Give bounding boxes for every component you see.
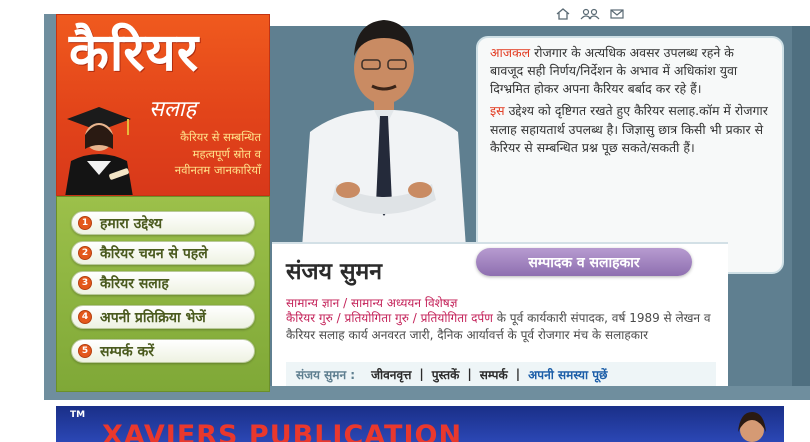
nav-bullet: 1 [78, 216, 92, 230]
biography-link[interactable]: जीवनवृत्त [363, 366, 419, 383]
logo-title: कैरियर [69, 22, 200, 83]
nav-bullet: 2 [78, 246, 92, 260]
intro-highlight-1: आजकल [490, 45, 531, 60]
profile-expertise: सामान्य ज्ञान / सामान्य अध्ययन विशेषज्ञ [286, 296, 458, 310]
nav-item-contact[interactable]: 5 सम्पर्क करें [71, 339, 255, 363]
left-border-strip [44, 14, 56, 400]
top-icon-bar [556, 8, 624, 20]
logo-panel: कैरियर सलाह कैरियर से सम्बन्धित महत्वपूर… [56, 14, 270, 196]
tagline-line-3: नवीनतम जानकारियाँ [174, 163, 261, 178]
ask-question-link[interactable]: अपनी समस्या पूछें [520, 366, 615, 383]
nav-item-feedback[interactable]: 4 अपनी प्रतिक्रिया भेजें [71, 305, 255, 329]
nav-panel: 1 हमारा उद्देश्य 2 कैरियर चयन से पहले 3 … [56, 196, 270, 392]
nav-bullet: 5 [78, 344, 92, 358]
trademark-mark: TM [70, 410, 86, 420]
publication-banner[interactable]: TM XAVIERS PUBLICATION [56, 406, 784, 442]
banner-title: XAVIERS PUBLICATION [102, 420, 463, 442]
profile-box: संजय सुमन सम्पादक व सलाहकार सामान्य ज्ञा… [272, 242, 728, 386]
nav-label: अपनी प्रतिक्रिया भेजें [100, 309, 206, 326]
intro-paragraph-2: इस उद्देश्य को दृष्टिगत रखते हुए कैरियर … [490, 102, 770, 156]
intro-bubble: आजकल रोजगार के अत्यधिक अवसर उपलब्ध रहने … [476, 36, 784, 274]
profile-links-label: संजय सुमन : [296, 367, 356, 382]
nav-label: सम्पर्क करें [100, 343, 154, 360]
nav-item-objective[interactable]: 1 हमारा उद्देश्य [71, 211, 255, 235]
intro-text-2: उद्देश्य को दृष्टिगत रखते हुए कैरियर सला… [490, 103, 768, 155]
intro-highlight-2: इस [490, 103, 505, 119]
right-border-strip [792, 26, 810, 386]
tagline-line-1: कैरियर से सम्बन्धित [180, 130, 261, 144]
logo-tagline: कैरियर से सम्बन्धित महत्वपूर्ण स्रोत व न… [141, 129, 261, 179]
nav-label: कैरियर चयन से पहले [100, 245, 208, 262]
banner-face-image [738, 412, 766, 442]
home-icon[interactable] [556, 8, 570, 20]
page: कैरियर सलाह कैरियर से सम्बन्धित महत्वपूर… [0, 0, 810, 442]
profile-links-bar: संजय सुमन : जीवनवृत्त | पुस्तकें | सम्पर… [286, 362, 716, 386]
nav-label: कैरियर सलाह [100, 275, 169, 292]
contact-link[interactable]: सम्पर्क [472, 366, 516, 383]
intro-paragraph-1: आजकल रोजगार के अत्यधिक अवसर उपलब्ध रहने … [490, 44, 770, 98]
graduate-illustration [65, 107, 133, 195]
people-icon[interactable] [580, 8, 600, 20]
role-badge: सम्पादक व सलाहकार [476, 248, 692, 276]
profile-description: कैरियर गुरु / प्रतियोगिता गुरु / प्रतियो… [286, 310, 724, 344]
profile-desc-highlight: कैरियर गुरु / प्रतियोगिता गुरु / प्रतियो… [286, 311, 493, 325]
nav-label: हमारा उद्देश्य [100, 215, 163, 232]
mail-icon[interactable] [610, 8, 624, 20]
nav-bullet: 3 [78, 276, 92, 290]
nav-item-before-career-choice[interactable]: 2 कैरियर चयन से पहले [71, 241, 255, 265]
books-link[interactable]: पुस्तकें [424, 366, 468, 383]
profile-name: संजय सुमन [286, 258, 383, 285]
tagline-line-2: महत्वपूर्ण स्रोत व [192, 146, 261, 161]
logo-subtitle: सलाह [149, 97, 197, 122]
nav-bullet: 4 [78, 310, 92, 324]
editor-photo [302, 20, 466, 248]
nav-item-career-advice[interactable]: 3 कैरियर सलाह [71, 271, 255, 295]
